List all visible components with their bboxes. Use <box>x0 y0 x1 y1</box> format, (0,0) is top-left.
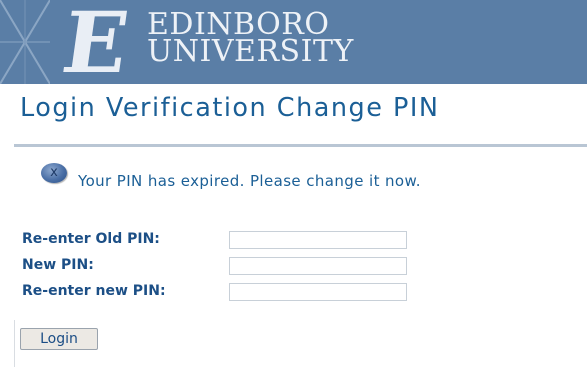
header-banner: E EDINBORO UNIVERSITY <box>0 0 587 84</box>
new-pin-label: New PIN: <box>22 257 94 273</box>
page-title: Login Verification Change PIN <box>20 93 440 123</box>
left-divider <box>14 320 15 367</box>
banner-ornament <box>0 0 50 84</box>
title-divider <box>14 144 587 147</box>
university-logo[interactable]: E <box>42 0 149 84</box>
university-name[interactable]: EDINBORO UNIVERSITY <box>147 10 354 69</box>
university-name-line2: UNIVERSITY <box>147 34 354 69</box>
login-button[interactable]: Login <box>20 328 98 350</box>
new-pin-input[interactable] <box>229 257 407 275</box>
confirm-pin-label: Re-enter new PIN: <box>22 283 166 299</box>
confirm-pin-input[interactable] <box>229 283 407 301</box>
info-icon: x <box>41 163 67 183</box>
page: E EDINBORO UNIVERSITY Login Verification… <box>0 0 587 367</box>
status-message: Your PIN has expired. Please change it n… <box>78 172 421 190</box>
old-pin-input[interactable] <box>229 231 407 249</box>
old-pin-label: Re-enter Old PIN: <box>22 231 160 247</box>
